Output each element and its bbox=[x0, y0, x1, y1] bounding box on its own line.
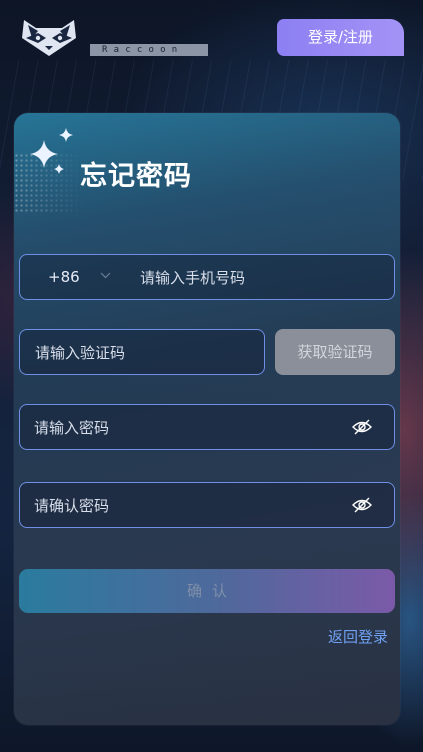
phone-field[interactable]: +86 请输入手机号码 bbox=[19, 254, 395, 300]
verification-code-input[interactable]: 请输入验证码 bbox=[19, 329, 265, 375]
login-register-button[interactable]: 登录/注册 bbox=[277, 19, 404, 56]
password-input[interactable]: 请输入密码 bbox=[34, 417, 109, 438]
country-code-select[interactable]: +86 bbox=[48, 268, 80, 286]
password-field[interactable]: 请输入密码 bbox=[19, 404, 395, 450]
confirm-password-input[interactable]: 请确认密码 bbox=[34, 495, 109, 516]
phone-input[interactable]: 请输入手机号码 bbox=[140, 267, 245, 288]
back-to-login-link[interactable]: 返回登录 bbox=[328, 626, 388, 647]
eye-off-icon[interactable] bbox=[352, 496, 372, 514]
sparkle-icon bbox=[30, 128, 73, 174]
get-code-button[interactable]: 获取验证码 bbox=[275, 329, 395, 375]
eye-off-icon[interactable] bbox=[352, 418, 372, 436]
brand-name: Raccoon bbox=[90, 44, 208, 56]
confirm-button[interactable]: 确认 bbox=[19, 569, 395, 613]
page-title: 忘记密码 bbox=[80, 161, 192, 192]
confirm-password-field[interactable]: 请确认密码 bbox=[19, 482, 395, 528]
raccoon-logo-icon bbox=[22, 20, 76, 56]
chevron-down-icon[interactable] bbox=[100, 272, 111, 279]
